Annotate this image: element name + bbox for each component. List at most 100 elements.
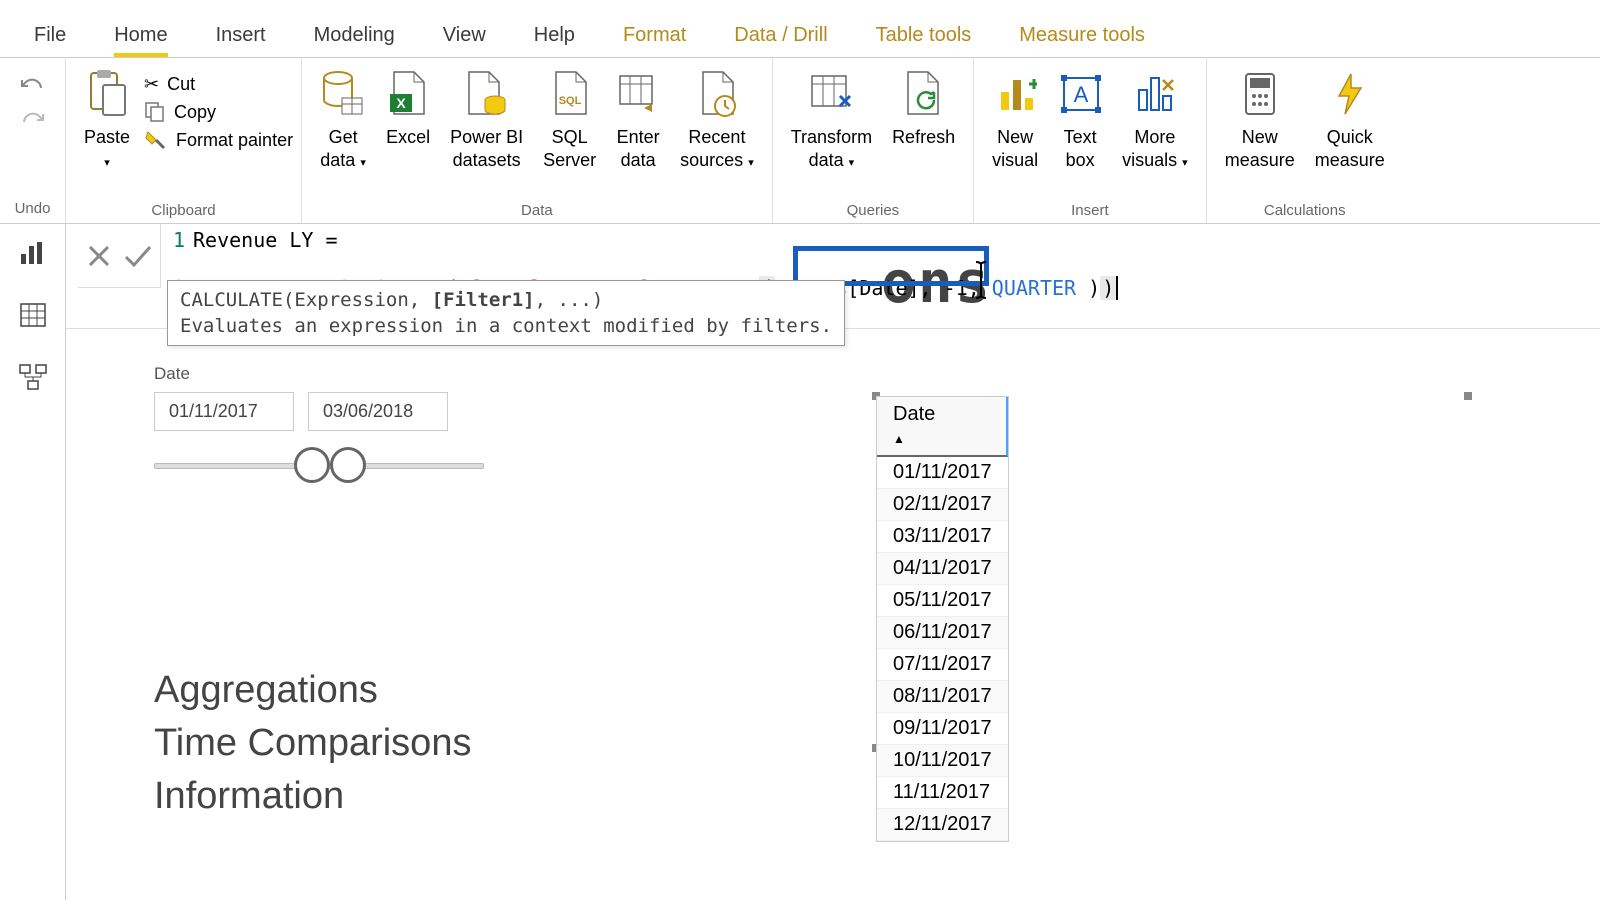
group-clipboard: Paste▾ ✂ Cut Copy Format painte: [66, 58, 302, 223]
text-cursor-icon: [974, 260, 992, 300]
scissors-icon: ✂: [144, 74, 159, 95]
group-label-data: Data: [310, 200, 764, 221]
gutter-line-1: 1: [171, 228, 193, 252]
report-canvas[interactable]: 1 Revenue LY = 2 CALCULATE( [Total Reven…: [66, 224, 1600, 900]
table-row[interactable]: 09/11/2017: [877, 713, 1008, 745]
slicer-slider[interactable]: [154, 445, 484, 485]
slicer-from-date[interactable]: 01/11/2017: [154, 392, 294, 431]
tab-measure-tools[interactable]: Measure tools: [1019, 24, 1145, 57]
group-label-calculations: Calculations: [1215, 200, 1395, 221]
table-row[interactable]: 07/11/2017: [877, 649, 1008, 681]
slicer-to-date[interactable]: 03/06/2018: [308, 392, 448, 431]
date-table-visual[interactable]: Date▲ 01/11/201702/11/201703/11/201704/1…: [876, 396, 1009, 842]
table-row[interactable]: 08/11/2017: [877, 681, 1008, 713]
ribbon: Undo Paste▾ ✂ Cut Copy: [0, 58, 1600, 224]
refresh-icon: [902, 64, 946, 124]
group-label-insert: Insert: [982, 200, 1198, 221]
ribbon-tabs: File Home Insert Modeling View Help Form…: [0, 0, 1600, 58]
table-row[interactable]: 11/11/2017: [877, 777, 1008, 809]
formula-commit-button[interactable]: [122, 243, 152, 269]
report-view-button[interactable]: [16, 236, 50, 270]
enter-data-button[interactable]: Enter data: [606, 62, 670, 175]
quick-measure-icon: [1329, 64, 1371, 124]
text-item-information: Information: [154, 770, 471, 823]
paintbrush-icon: [144, 129, 168, 151]
redo-button[interactable]: [19, 110, 47, 134]
slider-handle-left[interactable]: [294, 447, 330, 483]
table-row[interactable]: 02/11/2017: [877, 489, 1008, 521]
group-label-queries: Queries: [781, 200, 965, 221]
model-view-button[interactable]: [16, 360, 50, 394]
svg-text:SQL: SQL: [558, 95, 581, 107]
refresh-button[interactable]: Refresh: [882, 62, 965, 151]
textbox-icon: A: [1058, 64, 1102, 124]
sql-server-button[interactable]: SQL SQL Server: [533, 62, 606, 175]
formula-line-1: Revenue LY =: [193, 228, 338, 252]
tab-help[interactable]: Help: [534, 24, 575, 57]
more-visuals-button[interactable]: More visuals ▾: [1112, 62, 1198, 175]
excel-icon: X: [388, 64, 428, 124]
text-box-visual[interactable]: Aggregations Time Comparisons Informatio…: [154, 664, 471, 824]
formula-bar: 1 Revenue LY = 2 CALCULATE( [Total Reven…: [66, 224, 1600, 329]
sort-asc-icon: ▲: [893, 432, 905, 446]
sql-icon: SQL: [550, 64, 590, 124]
view-rail: [0, 224, 66, 900]
tab-format[interactable]: Format: [623, 24, 686, 57]
svg-text:X: X: [396, 95, 406, 111]
tab-insert[interactable]: Insert: [216, 24, 266, 57]
slider-handle-right[interactable]: [330, 447, 366, 483]
enter-data-icon: [616, 64, 660, 124]
group-label-clipboard: Clipboard: [74, 200, 293, 221]
text-box-button[interactable]: A Text box: [1048, 62, 1112, 175]
cut-button[interactable]: ✂ Cut: [144, 74, 293, 95]
undo-button[interactable]: [19, 76, 47, 100]
paste-button[interactable]: Paste▾: [74, 62, 140, 175]
copy-button[interactable]: Copy: [144, 101, 293, 123]
transform-icon: [808, 64, 854, 124]
tab-modeling[interactable]: Modeling: [314, 24, 395, 57]
format-painter-button[interactable]: Format painter: [144, 129, 293, 151]
recent-icon: [697, 64, 737, 124]
table-row[interactable]: 03/11/2017: [877, 521, 1008, 553]
table-row[interactable]: 10/11/2017: [877, 745, 1008, 777]
workspace: 1 Revenue LY = 2 CALCULATE( [Total Reven…: [0, 224, 1600, 900]
new-visual-button[interactable]: New visual: [982, 62, 1048, 175]
new-visual-icon: [993, 64, 1037, 124]
paste-icon: [85, 64, 129, 124]
tab-file[interactable]: File: [34, 24, 66, 57]
transform-data-button[interactable]: Transform data ▾: [781, 62, 882, 175]
slicer-title: Date: [154, 364, 484, 384]
table-row[interactable]: 01/11/2017: [877, 457, 1008, 489]
get-data-button[interactable]: Get data ▾: [310, 62, 376, 175]
group-queries: Transform data ▾ Refresh Queries: [773, 58, 974, 223]
data-view-button[interactable]: [16, 298, 50, 332]
svg-text:A: A: [1074, 82, 1089, 107]
quick-measure-button[interactable]: Quick measure: [1305, 62, 1395, 175]
pbi-dataset-icon: [465, 64, 509, 124]
tab-data-drill[interactable]: Data / Drill: [734, 24, 827, 57]
tab-table-tools[interactable]: Table tools: [876, 24, 972, 57]
calculator-icon: [1242, 64, 1278, 124]
database-icon: [320, 64, 366, 124]
formula-editor[interactable]: 1 Revenue LY = 2 CALCULATE( [Total Reven…: [161, 224, 1600, 328]
tab-home[interactable]: Home: [114, 24, 167, 57]
date-slicer[interactable]: Date 01/11/2017 03/06/2018: [154, 364, 484, 485]
group-insert: New visual A Text box More visuals ▾ Ins…: [974, 58, 1207, 223]
text-item-time-comparisons: Time Comparisons: [154, 717, 471, 770]
text-item-aggregations: Aggregations: [154, 664, 471, 717]
table-row[interactable]: 12/11/2017: [877, 809, 1008, 841]
selection-handle-top-right[interactable]: [1464, 392, 1472, 400]
copy-icon: [144, 101, 166, 123]
table-row[interactable]: 06/11/2017: [877, 617, 1008, 649]
pbi-datasets-button[interactable]: Power BI datasets: [440, 62, 533, 175]
group-label-undo: Undo: [15, 196, 51, 221]
date-column-header[interactable]: Date▲: [877, 397, 1008, 457]
table-row[interactable]: 04/11/2017: [877, 553, 1008, 585]
recent-sources-button[interactable]: Recent sources ▾: [670, 62, 764, 175]
tab-view[interactable]: View: [443, 24, 486, 57]
formula-cancel-button[interactable]: [86, 243, 112, 269]
group-calculations: New measure Quick measure Calculations: [1207, 58, 1403, 223]
excel-button[interactable]: X Excel: [376, 62, 440, 151]
new-measure-button[interactable]: New measure: [1215, 62, 1305, 175]
table-row[interactable]: 05/11/2017: [877, 585, 1008, 617]
